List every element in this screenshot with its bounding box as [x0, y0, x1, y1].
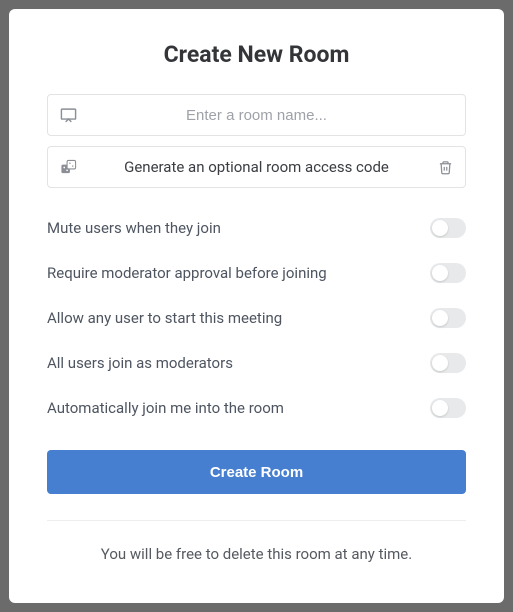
- create-room-button[interactable]: Create Room: [47, 450, 466, 494]
- modal-title: Create New Room: [47, 41, 466, 68]
- create-room-modal: Create New Room Generate an optional roo…: [9, 9, 504, 603]
- option-label: Require moderator approval before joinin…: [47, 264, 327, 282]
- option-join-as-moderators: All users join as moderators: [47, 353, 466, 373]
- toggle-join-as-moderators[interactable]: [430, 353, 466, 373]
- toggle-mute-users[interactable]: [430, 218, 466, 238]
- presentation-icon: [48, 107, 88, 124]
- option-label: Allow any user to start this meeting: [47, 309, 282, 327]
- options-list: Mute users when they join Require modera…: [47, 218, 466, 418]
- generate-access-code[interactable]: Generate an optional room access code: [88, 158, 425, 176]
- toggle-moderator-approval[interactable]: [430, 263, 466, 283]
- divider: [47, 520, 466, 521]
- toggle-any-user-start[interactable]: [430, 308, 466, 328]
- toggle-auto-join[interactable]: [430, 398, 466, 418]
- room-name-row: [47, 94, 466, 136]
- access-code-row: Generate an optional room access code: [47, 146, 466, 188]
- option-label: Automatically join me into the room: [47, 399, 284, 417]
- option-auto-join: Automatically join me into the room: [47, 398, 466, 418]
- option-mute-users: Mute users when they join: [47, 218, 466, 238]
- dice-icon[interactable]: [48, 159, 88, 176]
- option-label: All users join as moderators: [47, 354, 233, 372]
- option-label: Mute users when they join: [47, 219, 221, 237]
- footer-text: You will be free to delete this room at …: [47, 545, 466, 563]
- room-name-input[interactable]: [88, 95, 425, 135]
- trash-icon[interactable]: [425, 160, 465, 175]
- option-moderator-approval: Require moderator approval before joinin…: [47, 263, 466, 283]
- option-any-user-start: Allow any user to start this meeting: [47, 308, 466, 328]
